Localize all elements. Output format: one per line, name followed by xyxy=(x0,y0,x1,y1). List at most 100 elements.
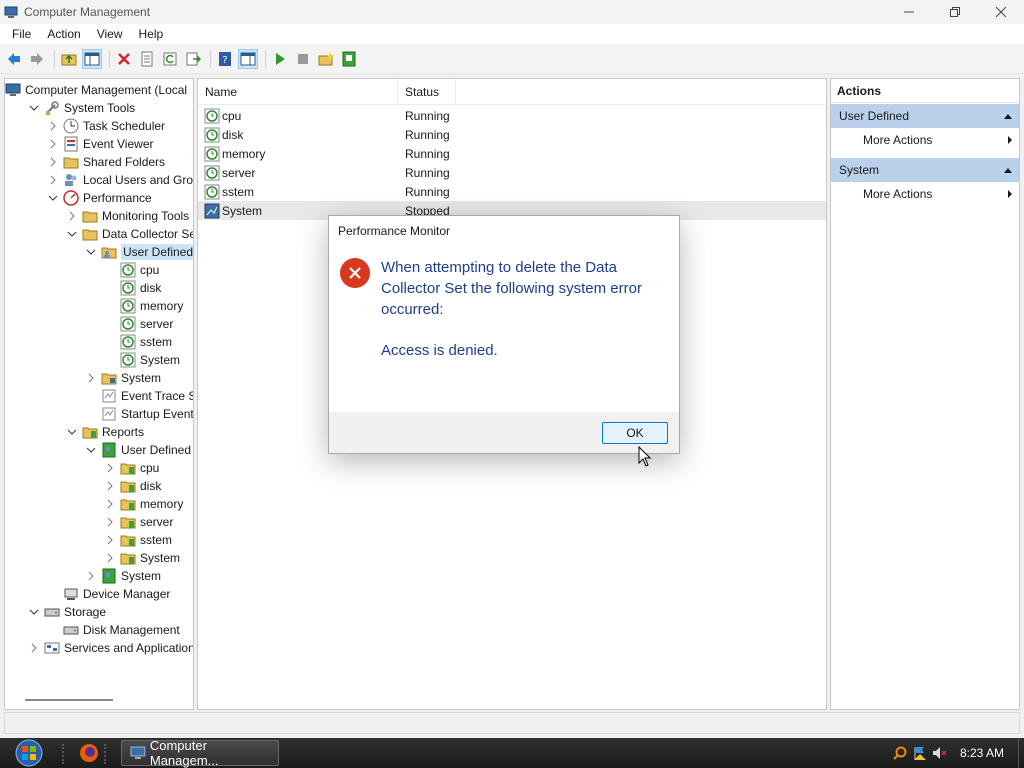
tree-item[interactable]: Performance xyxy=(47,189,152,207)
menu-help[interactable]: Help xyxy=(131,27,172,41)
list-row[interactable]: sstem Running xyxy=(198,182,826,201)
back-button[interactable] xyxy=(4,49,24,69)
latest-report-button[interactable] xyxy=(339,49,359,69)
ok-button[interactable]: OK xyxy=(602,422,668,444)
tree-item[interactable]: server xyxy=(104,315,173,333)
chevron-right-icon[interactable] xyxy=(104,498,116,510)
tree-item[interactable]: Startup Event Tra xyxy=(85,405,193,423)
tree-item[interactable]: Event Trace Sess xyxy=(85,387,193,405)
tree-item[interactable]: Storage xyxy=(28,603,106,621)
chevron-down-icon[interactable] xyxy=(47,192,59,204)
collector-icon xyxy=(120,352,136,368)
refresh-button[interactable] xyxy=(160,49,180,69)
chevron-down-icon[interactable] xyxy=(66,426,78,438)
tree-item[interactable]: Disk Management xyxy=(47,621,180,639)
tree-item[interactable]: System xyxy=(104,351,180,369)
actions-group-user-defined[interactable]: User Defined xyxy=(831,104,1019,128)
chevron-right-icon[interactable] xyxy=(66,210,78,222)
chevron-down-icon[interactable] xyxy=(28,102,40,114)
delete-button[interactable] xyxy=(114,49,134,69)
column-header-status[interactable]: Status xyxy=(398,79,456,105)
restore-button[interactable] xyxy=(932,0,978,24)
tree-item[interactable]: User Defined xyxy=(85,243,193,261)
tree-item[interactable]: disk xyxy=(104,279,161,297)
start-button[interactable] xyxy=(8,738,50,768)
new-collector-set-button[interactable] xyxy=(316,49,336,69)
tree-item[interactable]: Reports xyxy=(66,423,144,441)
tree-item[interactable]: sstem xyxy=(104,333,172,351)
tree-item[interactable]: Data Collector Sets xyxy=(66,225,193,243)
chevron-down-icon[interactable] xyxy=(85,444,97,456)
tree-item[interactable]: server xyxy=(104,513,173,531)
action-center-flag-icon[interactable] xyxy=(912,745,928,761)
column-header-name[interactable]: Name xyxy=(198,79,398,105)
chevron-right-icon[interactable] xyxy=(104,462,116,474)
tree-item-label: Local Users and Groups xyxy=(83,173,194,187)
list-row[interactable]: server Running xyxy=(198,163,826,182)
chevron-right-icon[interactable] xyxy=(47,174,59,186)
more-actions-user-defined[interactable]: More Actions xyxy=(831,128,1019,152)
tree-item[interactable]: Local Users and Groups xyxy=(47,171,194,189)
chevron-right-icon[interactable] xyxy=(85,570,97,582)
tree-item[interactable]: System xyxy=(85,567,161,585)
actions-group-system[interactable]: System xyxy=(831,158,1019,182)
tree-item[interactable]: memory xyxy=(104,495,183,513)
chevron-right-icon[interactable] xyxy=(104,480,116,492)
help-button[interactable]: ? xyxy=(215,49,235,69)
users-icon xyxy=(65,174,77,186)
chevron-right-icon[interactable] xyxy=(47,156,59,168)
tree-item-label: memory xyxy=(140,299,184,313)
stop-button[interactable] xyxy=(293,49,313,69)
show-desktop-button[interactable] xyxy=(1018,738,1024,768)
list-row[interactable]: disk Running xyxy=(198,125,826,144)
properties-button[interactable] xyxy=(137,49,157,69)
tree-item[interactable]: Monitoring Tools xyxy=(66,207,189,225)
close-button[interactable] xyxy=(978,0,1024,24)
tree-item[interactable]: Event Viewer xyxy=(47,135,153,153)
tree-item[interactable]: Shared Folders xyxy=(47,153,165,171)
chevron-down-icon[interactable] xyxy=(66,228,78,240)
tree-item[interactable]: System xyxy=(85,369,161,387)
tree-item[interactable]: sstem xyxy=(104,531,172,549)
more-actions-system[interactable]: More Actions xyxy=(831,182,1019,206)
forward-button[interactable] xyxy=(27,49,47,69)
firefox-icon[interactable] xyxy=(79,743,99,763)
tree-item[interactable]: cpu xyxy=(104,261,159,279)
menu-file[interactable]: File xyxy=(4,27,39,41)
tree-item[interactable]: System xyxy=(104,549,180,567)
tree-item[interactable]: Task Scheduler xyxy=(47,117,165,135)
menu-view[interactable]: View xyxy=(89,27,131,41)
tree-item[interactable]: Services and Applications xyxy=(28,639,193,657)
tree-item[interactable]: cpu xyxy=(104,459,159,477)
tree-item[interactable]: memory xyxy=(104,297,183,315)
horizontal-scrollbar[interactable] xyxy=(25,699,113,701)
chevron-right-icon[interactable] xyxy=(104,516,116,528)
chevron-right-icon[interactable] xyxy=(104,534,116,546)
tree-item[interactable]: Computer Management (Local xyxy=(5,81,187,99)
list-row[interactable]: memory Running xyxy=(198,144,826,163)
taskbar-computer-management[interactable]: Computer Managem... xyxy=(121,738,279,768)
export-list-button[interactable] xyxy=(183,49,203,69)
minimize-button[interactable] xyxy=(886,0,932,24)
tree-item[interactable]: Device Manager xyxy=(47,585,170,603)
volume-muted-icon[interactable] xyxy=(932,745,948,761)
show-hide-console-tree-button[interactable] xyxy=(82,48,102,69)
tree-item[interactable]: System Tools xyxy=(28,99,135,117)
chevron-down-icon[interactable] xyxy=(85,246,97,258)
chevron-right-icon[interactable] xyxy=(47,138,59,150)
chevron-right-icon[interactable] xyxy=(28,642,40,654)
list-row[interactable]: cpu Running xyxy=(198,106,826,125)
up-one-level-button[interactable] xyxy=(59,49,79,69)
menu-action[interactable]: Action xyxy=(39,27,88,41)
start-button[interactable] xyxy=(270,49,290,69)
chevron-right-icon[interactable] xyxy=(47,120,59,132)
disk-icon xyxy=(63,626,79,635)
tree-item[interactable]: User Defined xyxy=(85,441,191,459)
chevron-right-icon[interactable] xyxy=(104,552,116,564)
clock[interactable]: 8:23 AM xyxy=(960,746,1004,760)
chevron-down-icon[interactable] xyxy=(28,606,40,618)
tree-item[interactable]: disk xyxy=(104,477,161,495)
search-icon[interactable] xyxy=(892,745,908,761)
chevron-right-icon[interactable] xyxy=(85,372,97,384)
show-hide-action-pane-button[interactable] xyxy=(238,48,258,69)
